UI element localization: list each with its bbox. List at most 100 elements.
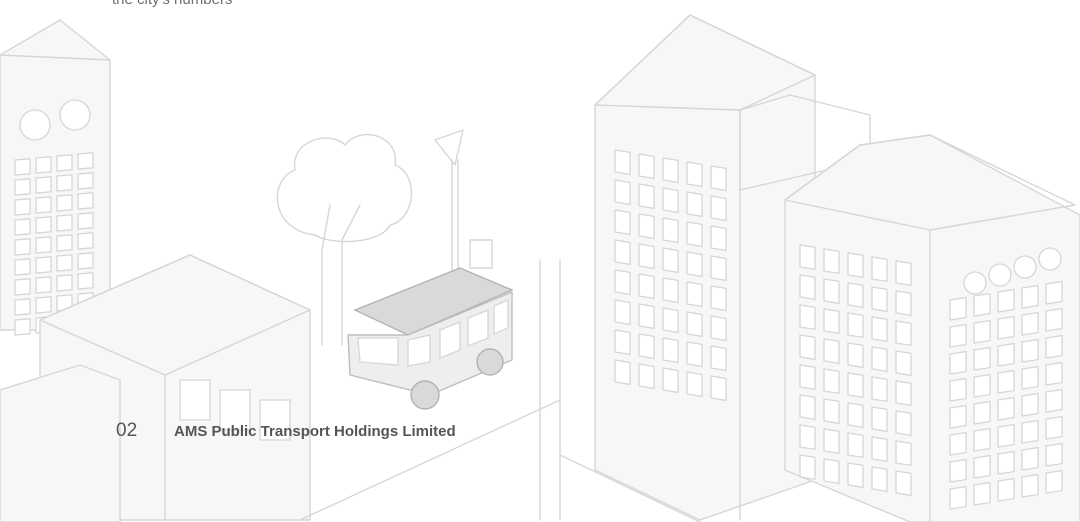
window <box>710 285 727 312</box>
window <box>871 256 888 283</box>
window <box>871 436 888 463</box>
window <box>77 192 94 210</box>
window <box>77 272 94 290</box>
window <box>56 154 73 172</box>
window <box>56 214 73 232</box>
window <box>77 212 94 230</box>
window <box>895 440 912 467</box>
window <box>799 244 816 271</box>
window <box>997 423 1015 448</box>
window <box>710 315 727 342</box>
window <box>847 312 864 339</box>
window <box>35 296 52 314</box>
window <box>638 183 655 210</box>
window <box>799 394 816 421</box>
window <box>614 179 631 206</box>
window <box>1045 361 1063 386</box>
window <box>35 256 52 274</box>
window <box>973 481 991 506</box>
window <box>638 363 655 390</box>
window <box>686 161 703 188</box>
window <box>662 217 679 244</box>
window <box>949 404 967 429</box>
window <box>710 375 727 402</box>
window <box>895 380 912 407</box>
window <box>686 311 703 338</box>
window <box>1045 469 1063 494</box>
page-number: 02 <box>116 420 138 441</box>
window <box>997 342 1015 367</box>
window <box>35 176 52 194</box>
window <box>662 337 679 364</box>
window <box>77 152 94 170</box>
window <box>823 338 840 365</box>
city-illustration <box>0 14 1080 522</box>
window <box>895 410 912 437</box>
window <box>662 307 679 334</box>
window <box>1021 311 1039 336</box>
window <box>847 462 864 489</box>
window <box>799 364 816 391</box>
window <box>710 195 727 222</box>
company-name: AMS Public Transport Holdings Limited <box>174 423 456 440</box>
window <box>14 218 31 236</box>
window <box>77 172 94 190</box>
window <box>799 454 816 481</box>
window <box>1045 280 1063 305</box>
window <box>973 346 991 371</box>
window <box>710 165 727 192</box>
window <box>710 255 727 282</box>
window <box>35 216 52 234</box>
window <box>614 329 631 356</box>
window <box>1021 365 1039 390</box>
window <box>823 458 840 485</box>
page-footer: 02 AMS Public Transport Holdings Limited <box>116 420 456 442</box>
window <box>1021 446 1039 471</box>
window <box>1045 388 1063 413</box>
window <box>638 213 655 240</box>
window <box>614 269 631 296</box>
window <box>710 345 727 372</box>
window <box>662 187 679 214</box>
window <box>614 209 631 236</box>
window <box>895 320 912 347</box>
window <box>847 432 864 459</box>
window <box>1021 473 1039 498</box>
window <box>895 470 912 497</box>
window <box>973 292 991 317</box>
window <box>823 248 840 275</box>
window <box>662 367 679 394</box>
window <box>56 234 73 252</box>
window <box>686 281 703 308</box>
window <box>614 149 631 176</box>
window <box>638 333 655 360</box>
window <box>638 243 655 270</box>
window <box>686 371 703 398</box>
window <box>662 277 679 304</box>
window <box>847 372 864 399</box>
window <box>1045 334 1063 359</box>
window <box>614 239 631 266</box>
window <box>871 286 888 313</box>
window <box>614 359 631 386</box>
window <box>973 319 991 344</box>
window <box>949 323 967 348</box>
window <box>686 251 703 278</box>
window <box>973 400 991 425</box>
window <box>895 260 912 287</box>
window <box>823 368 840 395</box>
window <box>823 278 840 305</box>
window <box>1021 284 1039 309</box>
window <box>871 406 888 433</box>
window <box>686 191 703 218</box>
window <box>35 196 52 214</box>
window <box>662 157 679 184</box>
window <box>871 346 888 373</box>
window <box>997 369 1015 394</box>
window <box>799 424 816 451</box>
window <box>949 458 967 483</box>
window <box>686 221 703 248</box>
window <box>638 153 655 180</box>
window <box>56 194 73 212</box>
window <box>14 238 31 256</box>
